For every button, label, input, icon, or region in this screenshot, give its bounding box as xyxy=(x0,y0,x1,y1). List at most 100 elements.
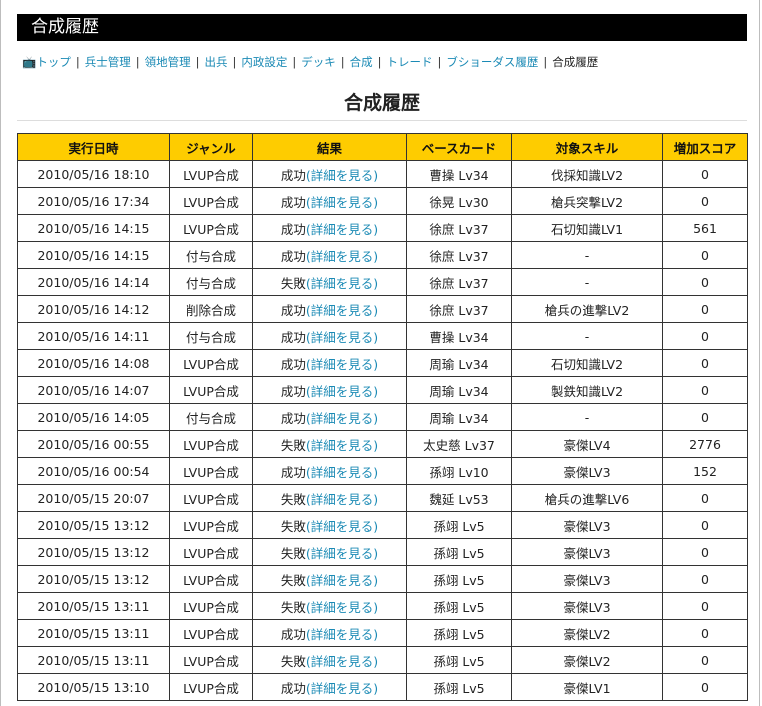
detail-link[interactable]: (詳細を見る) xyxy=(306,600,378,615)
cell-datetime: 2010/05/16 14:11 xyxy=(17,322,170,350)
cell-base-card: 孫翊 Lv5 xyxy=(406,619,512,647)
header-added-score: 増加スコア xyxy=(662,133,748,161)
nav-link-2[interactable]: 領地管理 xyxy=(145,55,191,69)
cell-target-skill: - xyxy=(511,322,663,350)
cell-datetime: 2010/05/16 14:12 xyxy=(17,295,170,323)
table-row: 2010/05/16 14:08 LVUP合成 成功(詳細を見る) 周瑜 Lv34 石切… xyxy=(17,349,748,377)
table-header-row: 実行日時 ジャンル 結果 ベースカード 対象スキル 増加スコア xyxy=(17,133,748,161)
nav-link-7[interactable]: トレード xyxy=(386,55,432,69)
cell-target-skill: 豪傑LV3 xyxy=(511,457,663,485)
detail-link[interactable]: (詳細を見る) xyxy=(306,465,378,480)
cell-genre: LVUP合成 xyxy=(169,565,253,593)
composition-history-table: 実行日時 ジャンル 結果 ベースカード 対象スキル 増加スコア 2010/05/… xyxy=(17,133,748,701)
cell-result: 失敗(詳細を見る) xyxy=(252,511,407,539)
cell-added-score: 2776 xyxy=(662,430,748,458)
detail-link[interactable]: (詳細を見る) xyxy=(306,357,378,372)
cell-result: 成功(詳細を見る) xyxy=(252,160,407,188)
detail-link[interactable]: (詳細を見る) xyxy=(306,627,378,642)
cell-result: 成功(詳細を見る) xyxy=(252,619,407,647)
detail-link[interactable]: (詳細を見る) xyxy=(306,222,378,237)
cell-result: 成功(詳細を見る) xyxy=(252,673,407,701)
detail-link[interactable]: (詳細を見る) xyxy=(306,303,378,318)
cell-added-score: 0 xyxy=(662,295,748,323)
cell-genre: LVUP合成 xyxy=(169,430,253,458)
cell-datetime: 2010/05/15 13:12 xyxy=(17,511,170,539)
nav-link-4[interactable]: 内政設定 xyxy=(241,55,287,69)
cell-target-skill: 槍兵突撃LV2 xyxy=(511,187,663,215)
cell-added-score: 0 xyxy=(662,349,748,377)
page-frame: 合成履歴 📺トップ | 兵士管理 | 領地管理 | 出兵 | 内政設定 | デッキ | 合成 | トレード |… xyxy=(0,0,760,706)
cell-target-skill: - xyxy=(511,268,663,296)
nav-link-8[interactable]: ブショーダス履歴 xyxy=(446,55,538,69)
table-row: 2010/05/15 20:07 LVUP合成 失敗(詳細を見る) 魏延 Lv53 槍兵… xyxy=(17,484,748,512)
detail-link[interactable]: (詳細を見る) xyxy=(306,519,378,534)
result-status: 成功 xyxy=(280,626,306,642)
cell-genre: LVUP合成 xyxy=(169,592,253,620)
nav-separator: | xyxy=(135,55,140,69)
cell-target-skill: 豪傑LV3 xyxy=(511,511,663,539)
cell-result: 失敗(詳細を見る) xyxy=(252,538,407,566)
cell-target-skill: - xyxy=(511,241,663,269)
cell-target-skill: 豪傑LV4 xyxy=(511,430,663,458)
header-bar: 合成履歴 xyxy=(17,14,747,41)
page-title: 合成履歴 xyxy=(343,92,420,114)
cell-result: 失敗(詳細を見る) xyxy=(252,565,407,593)
detail-link[interactable]: (詳細を見る) xyxy=(306,654,378,669)
detail-link[interactable]: (詳細を見る) xyxy=(306,573,378,588)
nav-link-6[interactable]: 合成 xyxy=(350,55,373,69)
cell-target-skill: 伐採知識LV2 xyxy=(511,160,663,188)
detail-link[interactable]: (詳細を見る) xyxy=(306,411,378,426)
header-target-skill: 対象スキル xyxy=(511,133,663,161)
cell-datetime: 2010/05/16 18:10 xyxy=(17,160,170,188)
cell-added-score: 0 xyxy=(662,187,748,215)
detail-link[interactable]: (詳細を見る) xyxy=(306,330,378,345)
cell-added-score: 0 xyxy=(662,160,748,188)
cell-result: 失敗(詳細を見る) xyxy=(252,592,407,620)
cell-result: 成功(詳細を見る) xyxy=(252,457,407,485)
nav-separator: | xyxy=(377,55,382,69)
cell-target-skill: 豪傑LV2 xyxy=(511,646,663,674)
cell-datetime: 2010/05/15 13:11 xyxy=(17,592,170,620)
detail-link[interactable]: (詳細を見る) xyxy=(306,276,378,291)
table-row: 2010/05/16 18:10 LVUP合成 成功(詳細を見る) 曹操 Lv34 伐採… xyxy=(17,160,748,188)
cell-genre: LVUP合成 xyxy=(169,214,253,242)
cell-genre: 削除合成 xyxy=(169,295,253,323)
detail-link[interactable]: (詳細を見る) xyxy=(306,384,378,399)
cell-target-skill: 豪傑LV1 xyxy=(511,673,663,701)
cell-added-score: 0 xyxy=(662,511,748,539)
result-status: 成功 xyxy=(280,329,306,345)
result-status: 失敗 xyxy=(280,518,306,534)
nav-link-3[interactable]: 出兵 xyxy=(204,55,227,69)
cell-added-score: 0 xyxy=(662,592,748,620)
nav-separator: | xyxy=(543,55,548,69)
detail-link[interactable]: (詳細を見る) xyxy=(306,195,378,210)
cell-target-skill: 石切知識LV1 xyxy=(511,214,663,242)
result-status: 失敗 xyxy=(280,545,306,561)
table-row: 2010/05/16 14:15 LVUP合成 成功(詳細を見る) 徐庶 Lv37 石切… xyxy=(17,214,748,242)
result-status: 失敗 xyxy=(280,491,306,507)
cell-base-card: 曹操 Lv34 xyxy=(406,160,512,188)
result-status: 成功 xyxy=(280,221,306,237)
cell-added-score: 0 xyxy=(662,538,748,566)
detail-link[interactable]: (詳細を見る) xyxy=(306,438,378,453)
table-row: 2010/05/16 00:54 LVUP合成 成功(詳細を見る) 孫翊 Lv10 豪傑… xyxy=(17,457,748,485)
nav-link-0[interactable]: 📺トップ xyxy=(22,55,71,69)
cell-genre: 付与合成 xyxy=(169,322,253,350)
detail-link[interactable]: (詳細を見る) xyxy=(306,168,378,183)
nav-separator: | xyxy=(340,55,345,69)
detail-link[interactable]: (詳細を見る) xyxy=(306,492,378,507)
detail-link[interactable]: (詳細を見る) xyxy=(306,546,378,561)
cell-result: 成功(詳細を見る) xyxy=(252,349,407,377)
cell-result: 失敗(詳細を見る) xyxy=(252,646,407,674)
nav-link-1[interactable]: 兵士管理 xyxy=(85,55,131,69)
nav-link-5[interactable]: デッキ xyxy=(301,55,336,69)
cell-base-card: 孫翊 Lv5 xyxy=(406,538,512,566)
cell-base-card: 曹操 Lv34 xyxy=(406,322,512,350)
cell-base-card: 孫翊 Lv5 xyxy=(406,592,512,620)
detail-link[interactable]: (詳細を見る) xyxy=(306,681,378,696)
cell-base-card: 孫翊 Lv5 xyxy=(406,565,512,593)
cell-result: 成功(詳細を見る) xyxy=(252,241,407,269)
table-row: 2010/05/16 17:34 LVUP合成 成功(詳細を見る) 徐晃 Lv30 槍兵… xyxy=(17,187,748,215)
cell-datetime: 2010/05/16 14:15 xyxy=(17,241,170,269)
detail-link[interactable]: (詳細を見る) xyxy=(306,249,378,264)
